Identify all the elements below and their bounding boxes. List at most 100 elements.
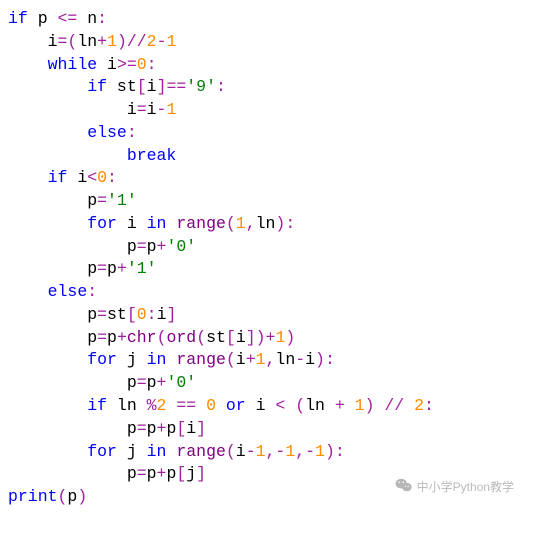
token-id: st <box>107 305 127 324</box>
code-line: else: <box>8 281 532 304</box>
token-kw: if <box>87 396 107 415</box>
token-num: 2 <box>147 32 157 51</box>
token-op: < <box>275 396 285 415</box>
token-op: : <box>147 305 157 324</box>
token-id: j <box>186 464 196 483</box>
token-id: ln <box>256 214 276 233</box>
token-op: + <box>246 350 256 369</box>
code-line: p=p+chr(ord(st[i])+1) <box>8 327 532 350</box>
code-line: p=st[0:i] <box>8 304 532 327</box>
token-op: : <box>216 77 226 96</box>
token-op: : <box>335 442 345 461</box>
token-op: [ <box>226 328 236 347</box>
code-line: break <box>8 145 532 168</box>
token-id: st <box>107 77 137 96</box>
token-str: '1' <box>107 191 137 210</box>
token-kw: in <box>147 350 167 369</box>
token-str: '1' <box>127 259 157 278</box>
token-op: ( <box>67 32 77 51</box>
code-line: for j in range(i+1,ln-i): <box>8 349 532 372</box>
token-num: 0 <box>137 305 147 324</box>
token-id: ln <box>107 396 147 415</box>
token-id: p <box>8 464 137 483</box>
token-op: ) <box>365 396 375 415</box>
token-id <box>216 396 226 415</box>
token-op: ) <box>77 487 87 506</box>
token-fn: ord <box>166 328 196 347</box>
token-id: p <box>166 419 176 438</box>
token-str: '0' <box>166 373 196 392</box>
wechat-icon <box>395 478 413 497</box>
token-op: ( <box>58 487 68 506</box>
token-op: = <box>137 100 147 119</box>
watermark-text: 中小学Python教学 <box>417 479 514 496</box>
token-kw: for <box>87 350 117 369</box>
token-id: i <box>236 350 246 369</box>
token-op: - <box>246 442 256 461</box>
token-op: + <box>335 396 345 415</box>
token-id: p <box>147 464 157 483</box>
token-fn: range <box>176 214 226 233</box>
token-op: : <box>325 350 335 369</box>
token-num: 1 <box>166 32 176 51</box>
token-op: = <box>97 259 107 278</box>
token-id: p <box>147 237 157 256</box>
token-kw: in <box>147 214 167 233</box>
token-id <box>8 146 127 165</box>
token-op: + <box>157 464 167 483</box>
token-id <box>345 396 355 415</box>
token-op: ] <box>246 328 256 347</box>
token-num: 1 <box>236 214 246 233</box>
token-id <box>166 396 176 415</box>
code-line: if i<0: <box>8 167 532 190</box>
token-id: p <box>166 464 176 483</box>
token-op: : <box>285 214 295 233</box>
token-op: + <box>266 328 276 347</box>
token-op: <= <box>58 9 78 28</box>
token-id <box>8 168 48 187</box>
token-id <box>8 123 87 142</box>
token-op: : <box>107 168 117 187</box>
token-op: + <box>117 259 127 278</box>
token-op: - <box>305 442 315 461</box>
token-id: i <box>8 100 137 119</box>
token-op: ( <box>157 328 167 347</box>
token-op: [ <box>127 305 137 324</box>
token-id: st <box>206 328 226 347</box>
token-kw: or <box>226 396 246 415</box>
token-id <box>8 396 87 415</box>
token-fn: chr <box>127 328 157 347</box>
token-id: i <box>97 55 117 74</box>
token-op: , <box>266 350 276 369</box>
token-op: , <box>246 214 256 233</box>
token-num: 1 <box>285 442 295 461</box>
token-id: ln <box>77 32 97 51</box>
token-num: 0 <box>97 168 107 187</box>
token-op: ) <box>256 328 266 347</box>
token-op: == <box>176 396 196 415</box>
token-kw: else <box>87 123 127 142</box>
token-kw: in <box>147 442 167 461</box>
token-op: [ <box>137 77 147 96</box>
token-num: 1 <box>256 350 266 369</box>
token-id <box>8 350 87 369</box>
code-line: p=p+'1' <box>8 258 532 281</box>
token-id: i <box>147 77 157 96</box>
token-op: : <box>97 9 107 28</box>
token-op: % <box>147 396 157 415</box>
token-op: - <box>157 32 167 51</box>
token-kw: while <box>48 55 98 74</box>
token-id: ln <box>305 396 335 415</box>
code-line: i=(ln+1)//2-1 <box>8 31 532 54</box>
token-num: 1 <box>166 100 176 119</box>
token-id: p <box>8 237 137 256</box>
token-id: p <box>147 373 157 392</box>
token-op: = <box>137 419 147 438</box>
token-op: , <box>295 442 305 461</box>
token-id: p <box>8 305 97 324</box>
code-snippet: if p <= n: i=(ln+1)//2-1 while i>=0: if … <box>8 8 532 509</box>
token-id: i <box>117 214 147 233</box>
code-line: p=p+'0' <box>8 372 532 395</box>
token-op: + <box>157 373 167 392</box>
token-op: ) <box>275 214 285 233</box>
